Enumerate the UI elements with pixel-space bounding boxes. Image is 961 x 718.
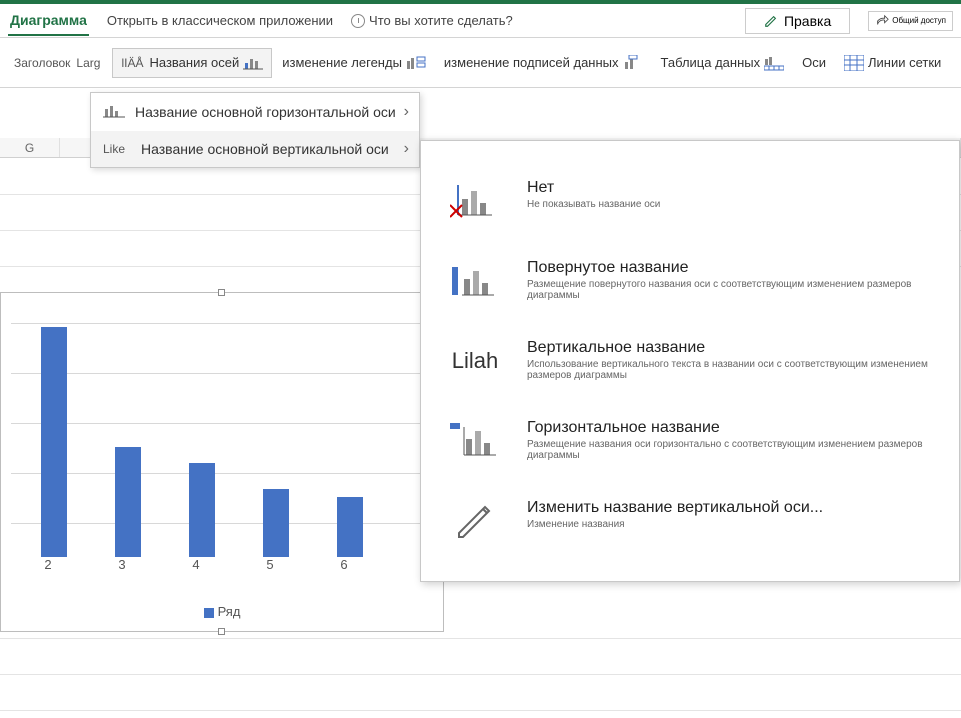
plot-area[interactable]: 2 3 4 5 6 (11, 303, 433, 581)
data-labels-button[interactable]: изменение подписей данных (436, 49, 651, 77)
edit-button[interactable]: Правка (745, 8, 850, 34)
data-labels-icon (623, 55, 643, 71)
title-toolbar: Диаграмма Открыть в классическом приложе… (0, 4, 961, 38)
open-in-desktop-link[interactable]: Открыть в классическом приложении (107, 13, 333, 28)
option-rotated-title[interactable]: Повернутое название Размещение повернуто… (421, 241, 959, 321)
option-edit-axis-title[interactable]: Изменить название вертикальной оси... Из… (421, 481, 959, 561)
option-vertical-title[interactable]: Lilah Вертикальное название Использовани… (421, 321, 959, 401)
resize-handle-bottom[interactable] (218, 628, 225, 635)
pencil-icon (764, 14, 778, 28)
vertical-axis-title-submenu: Нет Не показывать название оси Повернуто… (420, 140, 960, 582)
x-tick: 4 (159, 557, 233, 581)
axis-titles-icon (243, 55, 263, 71)
chevron-right-icon: › (404, 103, 409, 121)
bar-5[interactable] (263, 489, 289, 557)
option-horizontal-title[interactable]: Горизонтальное название Размещение назва… (421, 401, 959, 481)
axis-titles-menu: Название основной горизонтальной оси › L… (90, 92, 420, 168)
none-icon (450, 181, 500, 221)
gridlines-icon (844, 55, 864, 71)
x-tick: 3 (85, 557, 159, 581)
bar-4[interactable] (189, 463, 215, 557)
menu-primary-vertical-axis-title[interactable]: Like Название основной вертикальной оси … (91, 131, 419, 167)
bar-6[interactable] (337, 497, 363, 557)
axis-titles-button[interactable]: lIÄÅ Названия осей (112, 48, 272, 78)
rotated-title-icon (450, 261, 500, 301)
bar-2[interactable] (41, 327, 67, 557)
axes-button[interactable]: Оси (794, 49, 834, 76)
chevron-right-icon: › (404, 140, 409, 158)
chart-legend[interactable]: Ряд (1, 604, 443, 619)
share-button[interactable]: Общий доступ (868, 11, 953, 31)
option-none[interactable]: Нет Не показывать название оси (421, 161, 959, 241)
horizontal-title-icon (450, 421, 500, 461)
x-tick: 6 (307, 557, 381, 581)
legend-button[interactable]: изменение легенды (274, 49, 434, 77)
lightbulb-icon (351, 14, 365, 28)
horiz-axis-icon (103, 103, 125, 121)
pencil-large-icon (453, 499, 497, 543)
legend-swatch (204, 608, 214, 618)
bar-3[interactable] (115, 447, 141, 557)
legend-icon (406, 55, 426, 71)
data-table-button[interactable]: Таблица данных (653, 49, 793, 77)
gridlines-button[interactable]: Линии сетки (836, 49, 949, 77)
chart-ribbon: Заголовок Larg lIÄÅ Названия осей измене… (0, 38, 961, 88)
vertical-title-glyph: Lilah (452, 348, 498, 374)
resize-handle-top[interactable] (218, 289, 225, 296)
x-axis: 2 3 4 5 6 (11, 557, 433, 581)
tell-me-label: Что вы хотите сделать? (369, 13, 513, 28)
share-icon (875, 14, 889, 28)
tell-me-search[interactable]: Что вы хотите сделать? (351, 13, 513, 28)
x-tick: 2 (11, 557, 85, 581)
embedded-chart[interactable]: 2 3 4 5 6 Ряд (0, 292, 444, 632)
x-tick: 5 (233, 557, 307, 581)
menu-primary-horizontal-axis-title[interactable]: Название основной горизонтальной оси › (91, 93, 419, 131)
data-table-icon (764, 55, 784, 71)
tab-chart[interactable]: Диаграмма (8, 6, 89, 36)
col-header-g[interactable]: G (0, 138, 60, 157)
chart-title-button[interactable]: Заголовок Larg (6, 50, 110, 76)
